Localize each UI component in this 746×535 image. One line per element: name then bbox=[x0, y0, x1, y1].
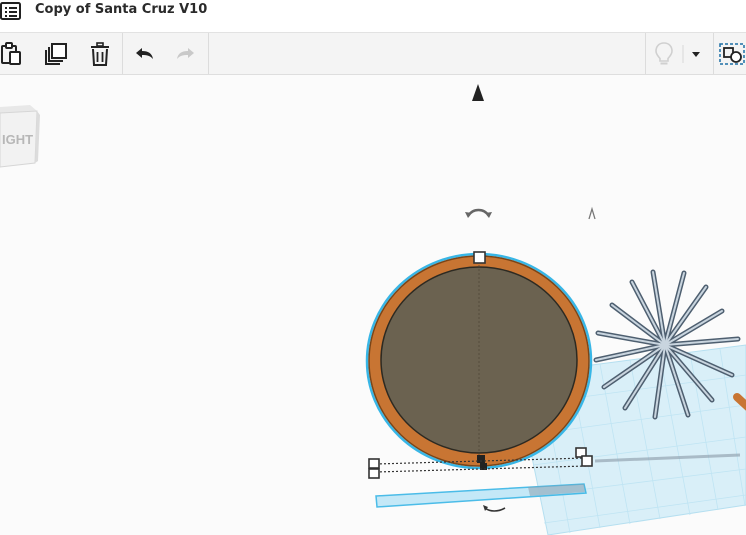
shape-group-icon[interactable] bbox=[718, 39, 746, 69]
view-cube-label: IGHT bbox=[2, 132, 33, 147]
trash-icon[interactable] bbox=[85, 39, 115, 69]
bottom-rotate-handle-icon[interactable] bbox=[483, 505, 506, 512]
document-title[interactable]: Copy of Santa Cruz V10 bbox=[35, 0, 207, 20]
list-menu-icon[interactable] bbox=[0, 2, 24, 22]
toolbar-separator bbox=[713, 33, 714, 74]
height-arrow-icon[interactable] bbox=[588, 206, 596, 220]
rotate-handle-icon[interactable] bbox=[465, 208, 492, 218]
top-height-handle[interactable] bbox=[473, 251, 486, 264]
selected-disc-object[interactable] bbox=[365, 252, 593, 470]
dropdown-caret-icon[interactable] bbox=[682, 39, 708, 69]
lightbulb-icon[interactable] bbox=[649, 39, 679, 69]
duplicate-icon[interactable] bbox=[41, 39, 71, 69]
bottom-center-handle[interactable] bbox=[477, 455, 485, 463]
3d-viewport[interactable]: IGHT bbox=[0, 75, 746, 535]
redo-icon[interactable] bbox=[171, 39, 201, 69]
undo-icon[interactable] bbox=[129, 39, 159, 69]
corner-handle[interactable] bbox=[368, 458, 380, 469]
view-cube[interactable]: IGHT bbox=[0, 105, 40, 168]
corner-handle[interactable] bbox=[368, 468, 380, 479]
paste-icon[interactable] bbox=[0, 39, 26, 69]
toolbar-separator bbox=[208, 33, 209, 74]
toolbar-separator bbox=[645, 33, 646, 74]
title-bar: Copy of Santa Cruz V10 bbox=[0, 0, 746, 33]
toolbar bbox=[0, 33, 746, 75]
toolbar-separator bbox=[122, 33, 123, 74]
north-arrow-icon[interactable] bbox=[472, 84, 484, 101]
corner-handle[interactable] bbox=[581, 455, 593, 467]
